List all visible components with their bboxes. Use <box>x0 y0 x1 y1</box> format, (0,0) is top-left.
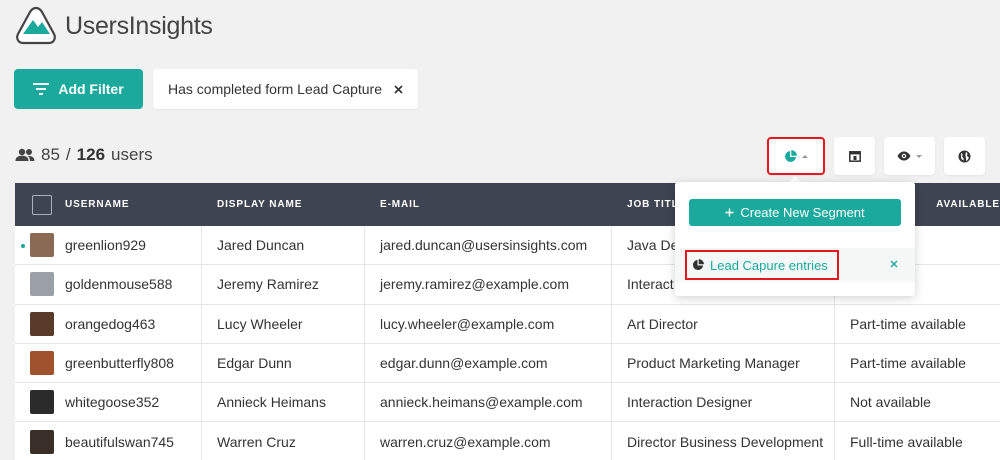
email-cell: warren.cruz@example.com <box>365 422 612 460</box>
app-name: UsersInsights <box>65 11 213 40</box>
online-indicator <box>21 244 25 248</box>
active-filter-chip[interactable]: Has completed form Lead Capture <box>153 69 418 109</box>
globe-button[interactable] <box>944 137 985 175</box>
logo-icon <box>16 6 56 45</box>
availability-cell: Not available <box>850 394 931 411</box>
username[interactable]: greenbutterfly808 <box>65 355 174 371</box>
username-cell: goldenmouse588 <box>15 265 202 304</box>
avatar <box>30 351 54 376</box>
email-cell: jared.duncan@usersinsights.com <box>365 226 612 265</box>
username-cell: whitegoose352 <box>15 383 202 422</box>
user-count: 85 / 126 users <box>15 145 153 165</box>
display-name-cell: Jared Duncan <box>202 226 365 265</box>
add-filter-button[interactable]: Add Filter <box>14 69 143 109</box>
email-cell: annieck.heimans@example.com <box>365 383 612 422</box>
column-header-email[interactable]: E-MAIL <box>380 183 627 226</box>
column-header-username[interactable]: USERNAME <box>65 183 217 226</box>
username[interactable]: orangedog463 <box>65 316 155 332</box>
availability-cell: Full-time available <box>850 433 963 450</box>
email-cell: lucy.wheeler@example.com <box>365 304 612 343</box>
avatar <box>30 429 54 454</box>
pie-chart-icon <box>785 149 797 162</box>
job-title-cell: Art Director <box>612 304 835 343</box>
select-all-cell <box>15 183 65 226</box>
availability-cell: Part-time available <box>850 355 966 372</box>
display-name-cell: Lucy Wheeler <box>202 304 365 343</box>
username-cell: greenlion929 <box>15 226 202 265</box>
display-name-cell: Jeremy Ramirez <box>202 265 365 304</box>
app-root: UsersInsights Add Filter Has completed f… <box>0 0 1000 460</box>
job-title-cell: Interaction Designer <box>612 383 835 422</box>
email-cell: jeremy.ramirez@example.com <box>365 265 612 304</box>
total-count: 126 <box>76 145 106 164</box>
username[interactable]: beautifulswan745 <box>65 434 174 450</box>
username[interactable]: goldenmouse588 <box>65 276 172 292</box>
close-icon <box>890 260 898 268</box>
eye-icon <box>897 151 911 161</box>
table-row[interactable]: greenbutterfly808 Edgar Dunn edgar.dunn@… <box>15 343 1000 384</box>
filtered-count: 85 <box>41 145 60 164</box>
visibility-button[interactable] <box>884 137 935 175</box>
create-segment-button[interactable]: Create New Segment <box>689 199 901 226</box>
segment-list-item: Lead Capure entries <box>675 248 915 282</box>
columns-icon <box>848 150 861 162</box>
job-title-cell: Director Business Development <box>612 422 835 460</box>
avatar <box>30 233 54 258</box>
avatar <box>30 390 54 415</box>
filter-icon <box>33 83 50 95</box>
globe-icon <box>958 150 971 162</box>
pie-chart-icon <box>692 259 704 271</box>
delete-segment-button[interactable] <box>887 257 901 271</box>
avatar <box>30 311 54 336</box>
table-row[interactable]: whitegoose352 Annieck Heimans annieck.he… <box>15 383 1000 423</box>
plus-icon <box>725 208 734 217</box>
add-filter-label: Add Filter <box>58 81 124 97</box>
remove-filter-button[interactable] <box>390 81 406 97</box>
column-header-display-name[interactable]: DISPLAY NAME <box>217 183 380 226</box>
count-separator: / <box>65 145 71 164</box>
email-cell: edgar.dunn@example.com <box>365 343 612 383</box>
segments-dropdown: Create New Segment Lead Capure entries <box>675 182 915 296</box>
segment-item-lead-capure-entries[interactable]: Lead Capure entries <box>685 250 839 280</box>
display-name-cell: Annieck Heimans <box>202 383 365 422</box>
count-unit: users <box>111 145 153 164</box>
job-title-cell: Product Marketing Manager <box>612 343 835 383</box>
display-name-cell: Edgar Dunn <box>202 343 365 383</box>
availability-cell: Part-time available <box>850 315 966 332</box>
create-segment-label: Create New Segment <box>740 205 865 220</box>
caret-down-icon <box>916 154 922 158</box>
username-cell: greenbutterfly808 <box>15 343 202 383</box>
filter-chip-label: Has completed form Lead Capture <box>168 81 382 97</box>
username[interactable]: whitegoose352 <box>65 394 159 410</box>
columns-button[interactable] <box>834 137 875 175</box>
username-cell: orangedog463 <box>15 304 202 343</box>
close-icon <box>393 84 403 94</box>
table-row[interactable]: orangedog463 Lucy Wheeler lucy.wheeler@e… <box>15 304 1000 344</box>
caret-up-icon <box>802 154 808 158</box>
segments-button[interactable] <box>767 137 825 175</box>
username-cell: beautifulswan745 <box>15 422 202 460</box>
app-logo[interactable]: UsersInsights <box>15 6 213 46</box>
table-row[interactable]: beautifulswan745 Warren Cruz warren.cruz… <box>15 422 1000 460</box>
display-name-cell: Warren Cruz <box>202 422 365 460</box>
avatar <box>30 272 54 297</box>
users-icon <box>15 148 35 161</box>
username[interactable]: greenlion929 <box>65 237 146 253</box>
segment-label: Lead Capure entries <box>710 257 828 273</box>
select-all-checkbox[interactable] <box>32 194 52 215</box>
